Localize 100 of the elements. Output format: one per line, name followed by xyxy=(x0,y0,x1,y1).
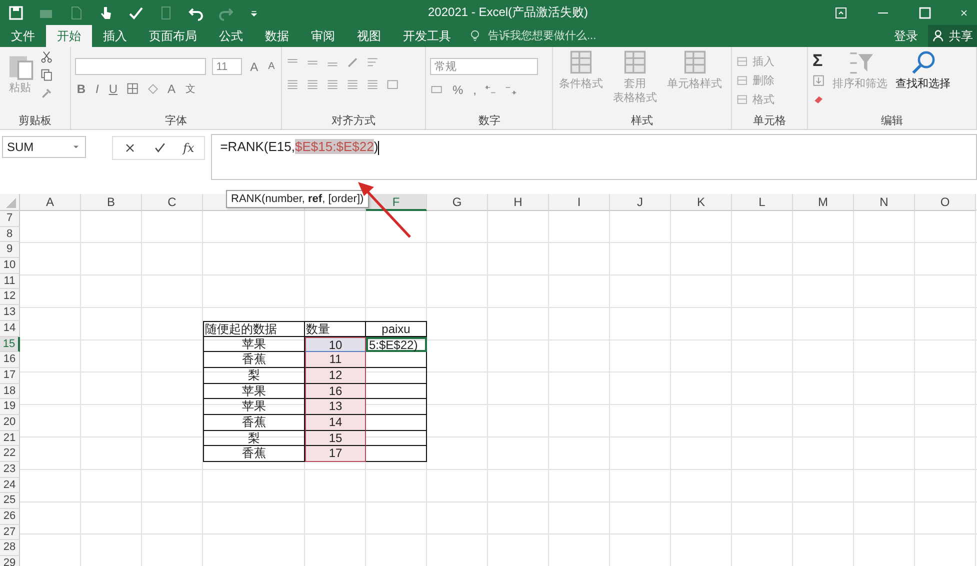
comma-button[interactable]: , xyxy=(471,83,478,97)
table-cell: 15 xyxy=(305,430,366,446)
table-cell xyxy=(366,446,427,462)
row-header[interactable]: 19 xyxy=(0,399,20,415)
row-header[interactable]: 14 xyxy=(0,320,20,336)
row-header[interactable]: 9 xyxy=(0,242,20,258)
table-cell: 14 xyxy=(305,414,366,431)
ribbon-tab[interactable]: 公式 xyxy=(208,25,254,47)
table-cell: 12 xyxy=(305,368,366,384)
merge-cells-icon[interactable] xyxy=(386,78,400,92)
italic-button[interactable]: I xyxy=(94,82,101,96)
row-header[interactable]: 20 xyxy=(0,414,20,431)
row-header[interactable]: 8 xyxy=(0,226,20,242)
person-icon[interactable] xyxy=(932,29,946,43)
column-header[interactable]: F xyxy=(366,194,427,211)
tell-me-field[interactable]: 告诉我您想要做什么... xyxy=(486,29,630,43)
share-button[interactable]: 共享 xyxy=(928,25,977,47)
column-header[interactable]: J xyxy=(610,194,671,211)
column-header[interactable]: L xyxy=(732,194,793,211)
align-lines-icon[interactable] xyxy=(366,78,380,92)
name-box[interactable]: SUM xyxy=(2,136,86,158)
save-icon[interactable] xyxy=(8,4,24,20)
find-select-button[interactable]: 查找和选择 xyxy=(893,50,952,113)
number-format-field[interactable]: 常规 xyxy=(430,58,538,75)
row-header[interactable]: 25 xyxy=(0,493,20,510)
column-header[interactable]: B xyxy=(81,194,142,211)
spelling-check-icon[interactable] xyxy=(128,4,144,20)
ribbon-tab[interactable]: 开始 xyxy=(46,25,92,47)
copy-icon[interactable] xyxy=(40,68,54,82)
table-header-cell: 随便起的数据 xyxy=(203,320,305,336)
row-header[interactable]: 10 xyxy=(0,258,20,274)
grow-font-button[interactable]: A xyxy=(248,60,260,74)
row-header[interactable]: 12 xyxy=(0,289,20,306)
column-header[interactable]: K xyxy=(671,194,732,211)
row-header[interactable]: 11 xyxy=(0,274,20,290)
magnifier-icon[interactable] xyxy=(910,50,936,76)
ribbon-tab[interactable]: 文件 xyxy=(0,25,46,47)
ribbon-tab[interactable]: 页面布局 xyxy=(138,25,208,47)
shrink-font-button[interactable]: A xyxy=(266,61,277,72)
column-header[interactable]: I xyxy=(549,194,610,211)
column-header[interactable]: G xyxy=(427,194,488,211)
column-header[interactable]: A xyxy=(20,194,81,211)
row-header[interactable]: 13 xyxy=(0,305,20,321)
fill-down-icon[interactable] xyxy=(812,74,826,88)
row-header[interactable]: 29 xyxy=(0,556,20,566)
ribbon-tab[interactable]: 视图 xyxy=(346,25,392,47)
align-lines-icon[interactable] xyxy=(346,78,360,92)
bold-button[interactable]: B xyxy=(74,82,88,96)
autosum-button[interactable]: Σ xyxy=(812,52,826,70)
ribbon-tab[interactable]: 审阅 xyxy=(300,25,346,47)
column-header[interactable]: H xyxy=(488,194,549,211)
text-angle-icon[interactable] xyxy=(346,56,360,70)
ribbon-tab[interactable]: 插入 xyxy=(92,25,138,47)
table-cell xyxy=(366,399,427,415)
row-header[interactable]: 21 xyxy=(0,430,20,446)
align-lines-icon[interactable] xyxy=(306,78,320,92)
column-header[interactable]: O xyxy=(915,194,976,211)
scissors-icon[interactable] xyxy=(40,50,54,64)
column-header[interactable]: M xyxy=(793,194,854,211)
borders-icon[interactable] xyxy=(126,82,140,96)
percent-button[interactable]: % xyxy=(450,83,466,97)
table-cell: 16 xyxy=(305,384,366,400)
ribbon-tab[interactable]: 开发工具 xyxy=(392,25,462,47)
insert-function-button[interactable]: fx xyxy=(183,141,194,155)
font-name-field[interactable] xyxy=(74,58,206,75)
underline-button[interactable]: U xyxy=(106,82,120,96)
font-color-button[interactable]: A xyxy=(166,82,178,96)
row-header[interactable]: 26 xyxy=(0,509,20,525)
table-header-cell: paixu xyxy=(366,320,427,336)
row-header[interactable]: 18 xyxy=(0,384,20,400)
touch-hand-icon[interactable] xyxy=(98,4,114,20)
table-cell xyxy=(366,430,427,446)
maximize-icon[interactable] xyxy=(917,4,933,20)
column-header[interactable]: N xyxy=(854,194,915,211)
row-header[interactable]: 27 xyxy=(0,524,20,540)
row-header[interactable]: 24 xyxy=(0,478,20,494)
table-cell: 5:$E$22) xyxy=(366,336,427,352)
sign-in-link[interactable]: 登录 xyxy=(884,28,928,44)
row-header[interactable]: 15 xyxy=(0,336,20,352)
group-label: 单元格 xyxy=(752,114,788,129)
row-header[interactable]: 28 xyxy=(0,540,20,556)
row-header[interactable]: 16 xyxy=(0,352,20,368)
font-size-field[interactable]: 11 xyxy=(212,58,242,75)
column-header[interactable]: C xyxy=(142,194,203,211)
formula-field[interactable]: =RANK(E15,$E$15:$E$22) xyxy=(211,134,977,180)
row-header[interactable]: 23 xyxy=(0,462,20,478)
table-cell: 10 xyxy=(305,336,366,352)
ribbon-display-icon[interactable] xyxy=(833,4,849,20)
table-cell xyxy=(366,414,427,431)
lightbulb-icon[interactable] xyxy=(468,29,482,43)
phonetic-button[interactable]: 文 xyxy=(184,82,198,96)
row-header[interactable]: 17 xyxy=(0,368,20,384)
row-header[interactable]: 7 xyxy=(0,211,20,227)
select-all-button[interactable] xyxy=(0,194,20,211)
align-lines-icon[interactable] xyxy=(286,78,300,92)
align-lines-icon[interactable] xyxy=(326,78,340,92)
enter-check-icon[interactable] xyxy=(153,141,167,155)
format-painter-icon[interactable] xyxy=(40,86,54,100)
row-header[interactable]: 22 xyxy=(0,446,20,462)
ribbon-tab[interactable]: 数据 xyxy=(254,25,300,47)
